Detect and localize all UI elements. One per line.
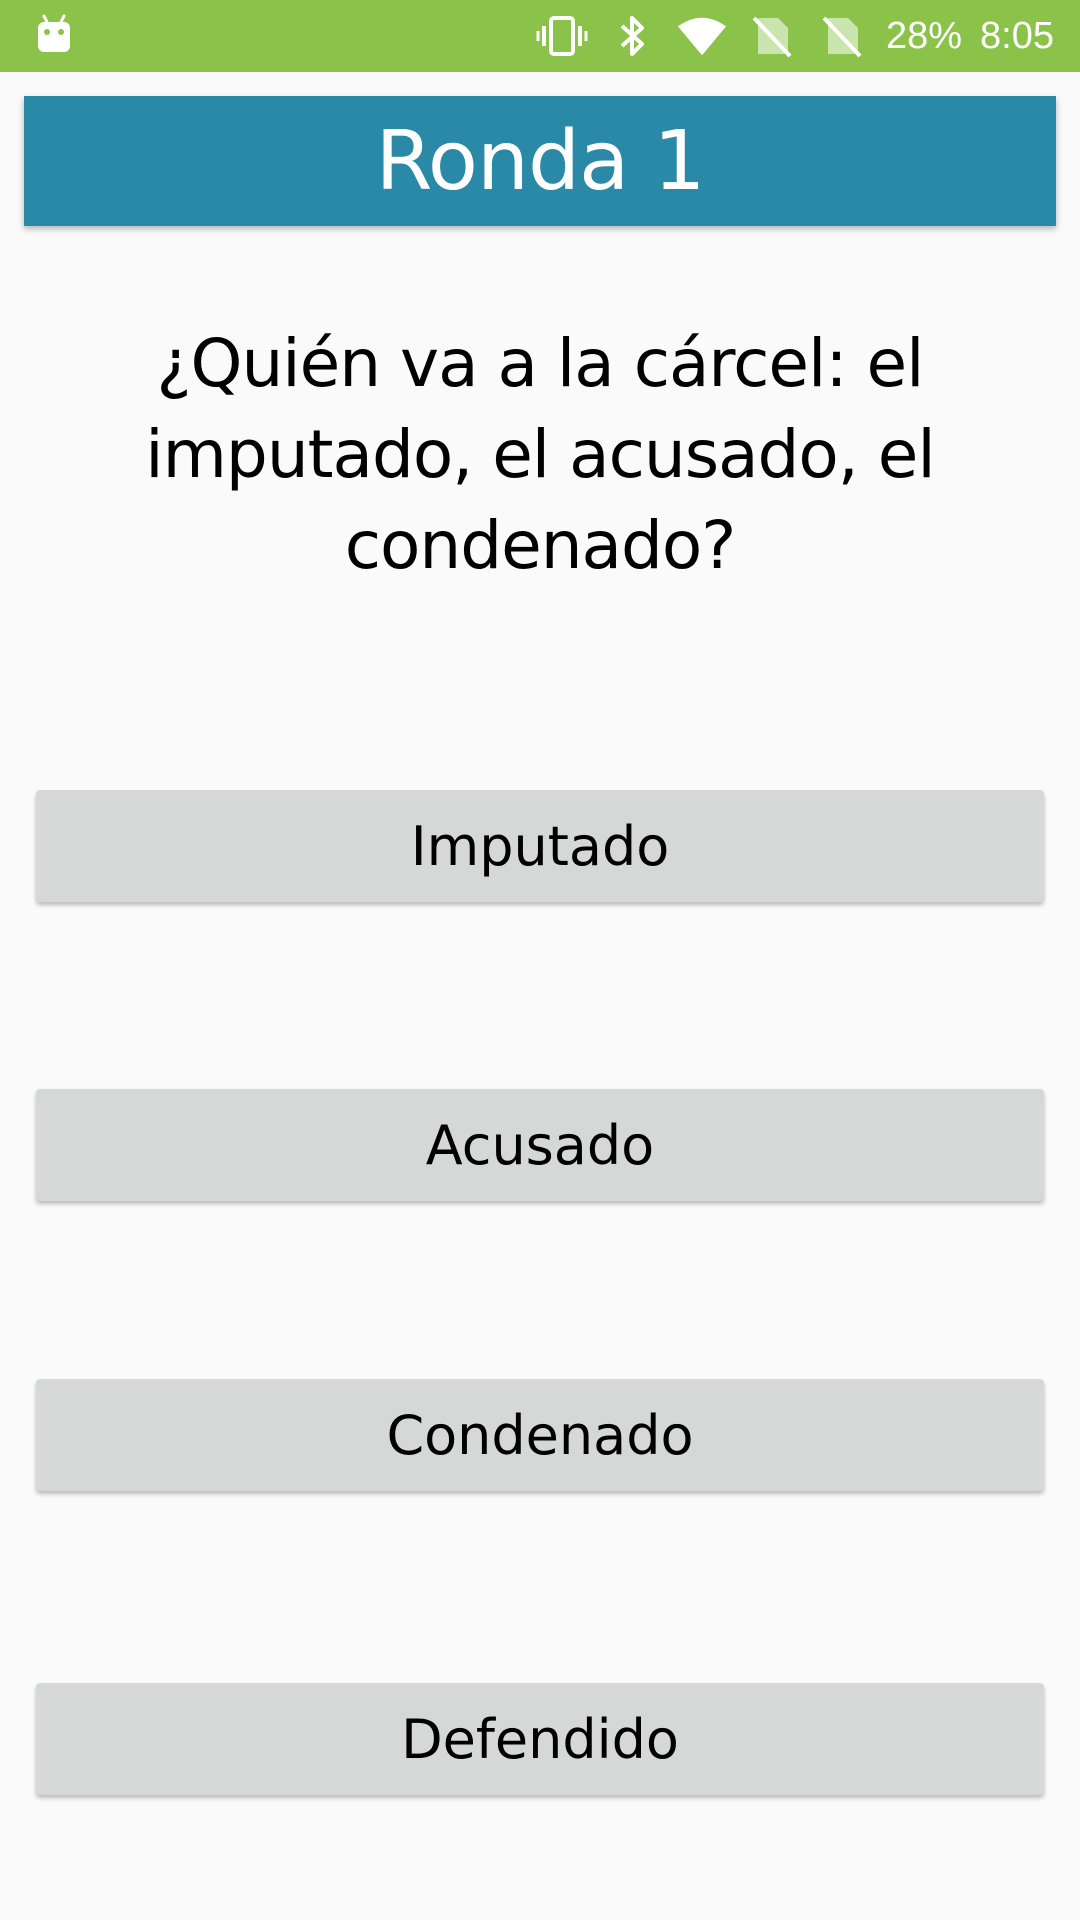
answer-button-imputado[interactable]: Imputado	[36, 790, 1044, 902]
android-debug-icon	[36, 14, 72, 54]
status-bar: 28% 8:05	[0, 0, 1080, 72]
clock: 8:05	[980, 14, 1054, 57]
page-title: Ronda 1	[375, 113, 706, 209]
battery-percent: 28%	[885, 14, 963, 57]
answer-button-defendido[interactable]: Defendido	[36, 1683, 1044, 1795]
round-header: Ronda 1	[24, 96, 1056, 226]
bluetooth-icon	[606, 14, 658, 58]
wifi-icon	[676, 14, 728, 58]
status-icons: 28% 8:05	[536, 0, 1054, 72]
vibrate-icon	[536, 14, 588, 58]
no-sim-icon	[816, 14, 868, 58]
no-sim-icon	[746, 14, 798, 58]
question-text: ¿Quién va a la cárcel: el imputado, el a…	[145, 325, 935, 584]
answer-button-condenado[interactable]: Condenado	[36, 1379, 1044, 1491]
answer-button-acusado[interactable]: Acusado	[36, 1089, 1044, 1201]
